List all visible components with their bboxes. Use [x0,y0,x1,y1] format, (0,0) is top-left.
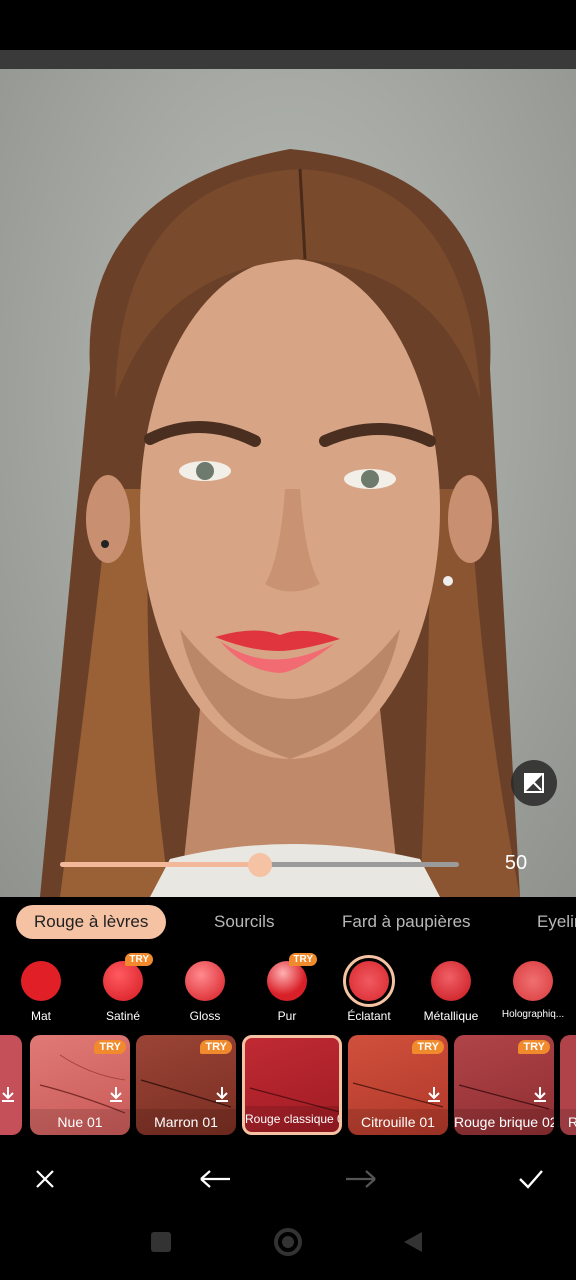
preset-label: Citrouille 01 [348,1109,448,1135]
preset-pumpkin-01[interactable]: TRY Citrouille 01 [348,1035,448,1135]
finish-holographic[interactable]: Holographiq... [492,955,574,1020]
system-nav-bar [0,1222,576,1262]
triangle-nav-icon [404,1232,422,1252]
finish-metallic[interactable]: Métallique [410,955,492,1023]
preset-label: R [560,1109,576,1135]
finish-swatch [513,961,553,1001]
try-badge: TRY [200,1040,232,1054]
finish-label: Holographiq... [501,1009,565,1020]
finish-label: Mat [30,1009,51,1023]
tab-lipstick[interactable]: Rouge à lèvres [16,905,167,939]
slider-value: 50 [504,852,528,874]
preset-brick-red-02[interactable]: TRY Rouge brique 02 [454,1035,554,1135]
check-icon [519,1170,543,1189]
action-bar [0,1159,576,1199]
undo-button[interactable] [196,1159,236,1199]
finish-gloss[interactable]: Gloss [164,955,246,1023]
photo-canvas[interactable] [0,69,576,897]
top-strip [0,50,576,69]
try-badge: TRY [125,953,153,966]
preset-partial[interactable] [0,1035,22,1135]
preset-partial-right[interactable]: R [560,1035,576,1135]
finish-swatch [185,961,225,1001]
category-tabs: Rouge à lèvres Sourcils Fard à paupières… [0,905,576,941]
finish-swatch [431,961,471,1001]
tab-eyeshadow[interactable]: Fard à paupières [324,905,489,939]
circle-nav-icon [274,1228,302,1256]
tab-eyeliner[interactable]: Eyelin [519,905,576,939]
download-icon [532,1086,548,1107]
finish-swatch [349,961,389,1001]
finish-label: Satiné [105,1009,141,1023]
preset-brown-01[interactable]: TRY Marron 01 [136,1035,236,1135]
preset-classic-red[interactable]: Rouge classique 0 [242,1035,342,1135]
status-bar [0,0,576,50]
confirm-button[interactable] [511,1159,551,1199]
recents-button[interactable] [141,1222,181,1262]
square-nav-icon [151,1232,171,1252]
try-badge: TRY [518,1040,550,1054]
compare-icon [524,773,544,793]
download-icon [426,1086,442,1107]
download-icon [214,1086,230,1107]
finish-list: Mat TRY Satiné Gloss TRY Pur Éclatant Mé… [0,953,576,1025]
slider-thumb[interactable] [247,853,272,877]
shade-presets: TRY Nue 01 TRY Marron 01 Rouge classique… [0,1035,576,1135]
back-button[interactable] [393,1222,433,1262]
finish-pure[interactable]: TRY Pur [246,953,328,1023]
download-icon [108,1086,124,1107]
redo-button[interactable] [340,1159,380,1199]
finish-satin[interactable]: TRY Satiné [82,953,164,1023]
slider-fill [60,862,260,867]
finish-label: Pur [277,1009,297,1023]
selected-ring [343,955,395,1007]
makeup-panel: Rouge à lèvres Sourcils Fard à paupières… [0,897,576,1280]
finish-label: Métallique [423,1009,479,1023]
try-badge: TRY [289,953,317,966]
tab-eyebrows[interactable]: Sourcils [196,905,292,939]
preset-label: Marron 01 [136,1109,236,1135]
compare-button[interactable] [511,760,557,806]
finish-swatch [21,961,61,1001]
download-icon [0,1086,16,1107]
redo-icon [346,1170,376,1188]
try-badge: TRY [94,1040,126,1054]
preset-label: Rouge brique 02 [454,1109,554,1135]
finish-swatch: TRY [267,953,317,1001]
close-icon [36,1170,54,1188]
preset-nude-01[interactable]: TRY Nue 01 [30,1035,130,1135]
intensity-slider[interactable] [60,853,459,877]
finish-label: Gloss [189,1009,221,1023]
preset-label: Rouge classique 0 [245,1106,339,1132]
home-button[interactable] [268,1222,308,1262]
preset-label: Nue 01 [30,1109,130,1135]
finish-label: Éclatant [347,1009,391,1023]
finish-mat[interactable]: Mat [0,955,82,1023]
finish-swatch: TRY [103,953,153,1001]
portrait-image [40,149,520,897]
finish-shimmer[interactable]: Éclatant [328,955,410,1023]
undo-icon [200,1170,230,1188]
close-button[interactable] [25,1159,65,1199]
try-badge: TRY [412,1040,444,1054]
